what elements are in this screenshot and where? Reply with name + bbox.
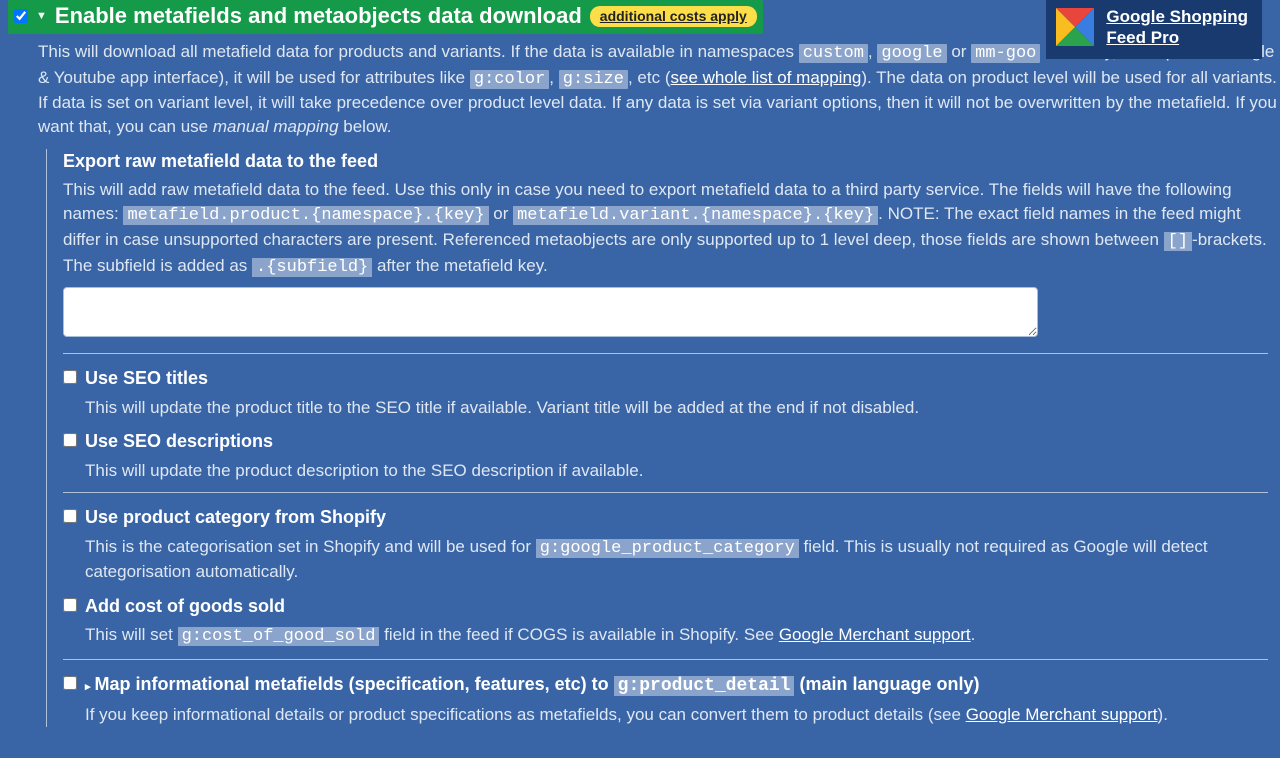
divider [63, 659, 1268, 660]
product-category-label: Use product category from Shopify [85, 505, 386, 530]
app-badge: Google Shopping Feed Pro [1046, 0, 1262, 59]
cogs-checkbox[interactable] [63, 598, 77, 612]
expand-caret-icon[interactable]: ▸ [85, 681, 91, 693]
export-raw-desc: This will add raw metafield data to the … [63, 178, 1280, 279]
divider [63, 353, 1268, 354]
cost-pill[interactable]: additional costs apply [590, 6, 757, 28]
seo-titles-label: Use SEO titles [85, 366, 208, 391]
product-category-checkbox[interactable] [63, 509, 77, 523]
enable-metafields-checkbox[interactable] [14, 9, 28, 23]
seo-desc-checkbox[interactable] [63, 433, 77, 447]
seo-desc-desc: This will update the product description… [85, 459, 1280, 483]
seo-titles-checkbox[interactable] [63, 370, 77, 384]
section-title: Enable metafields and metaobjects data d… [55, 1, 582, 32]
app-name-line2[interactable]: Feed Pro [1106, 27, 1248, 48]
cogs-desc: This will set g:cost_of_good_sold field … [85, 623, 1280, 649]
merchant-support-link[interactable]: Google Merchant support [779, 625, 971, 644]
product-category-desc: This is the categorisation set in Shopif… [85, 535, 1280, 585]
section-header[interactable]: ▼ Enable metafields and metaobjects data… [8, 0, 763, 34]
seo-titles-desc: This will update the product title to th… [85, 396, 1280, 420]
seo-desc-label: Use SEO descriptions [85, 429, 273, 454]
map-metafields-desc: If you keep informational details or pro… [85, 703, 1280, 727]
cogs-label: Add cost of goods sold [85, 594, 285, 619]
export-raw-title: Export raw metafield data to the feed [63, 149, 1280, 174]
divider [63, 492, 1268, 493]
collapse-caret-icon[interactable]: ▼ [36, 9, 47, 24]
merchant-support-link-2[interactable]: Google Merchant support [966, 705, 1158, 724]
app-badge-link[interactable]: Google Shopping Feed Pro [1106, 6, 1248, 49]
map-metafields-label: ▸Map informational metafields (specifica… [85, 672, 980, 699]
export-raw-input[interactable] [63, 287, 1038, 337]
app-name-line1[interactable]: Google Shopping [1106, 6, 1248, 27]
app-logo-icon [1056, 8, 1094, 46]
mapping-list-link[interactable]: see whole list of mapping [670, 68, 861, 87]
map-metafields-checkbox[interactable] [63, 676, 77, 690]
